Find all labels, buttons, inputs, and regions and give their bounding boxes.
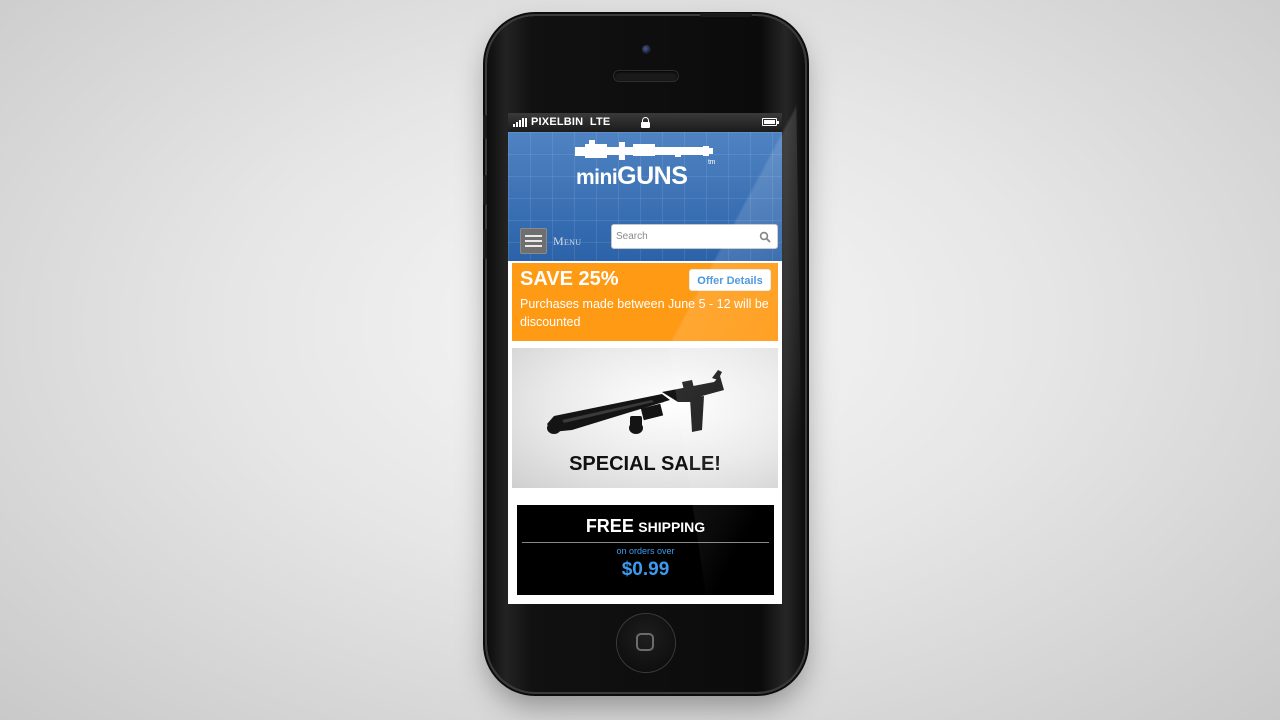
signal-icon	[513, 118, 529, 127]
mute-switch	[483, 115, 487, 139]
special-sale-banner[interactable]: SPECIAL SALE!	[512, 348, 778, 488]
search-input[interactable]: Search	[611, 224, 778, 249]
free-shipping-banner[interactable]: FREE SHIPPING on orders over $0.99	[517, 505, 774, 595]
menu-button[interactable]	[520, 228, 547, 254]
power-button	[700, 13, 752, 17]
site-logo[interactable]: miniGUNS tm	[576, 159, 715, 191]
shipping-price: $0.99	[621, 559, 670, 580]
home-square-icon	[636, 633, 654, 651]
shipping-divider	[522, 542, 769, 543]
earpiece-speaker	[614, 71, 678, 81]
carrier-label: PIXELBIN LTE	[531, 116, 611, 128]
volume-up-button	[483, 175, 487, 205]
promo-banner: SAVE 25% Offer Details Purchases made be…	[512, 263, 778, 341]
sale-heading: SPECIAL SALE!	[569, 453, 721, 475]
site-header: miniGUNS tm Menu Search	[508, 132, 782, 261]
phone-screen: PIXELBIN LTE miniGUNS tm Menu Search SAV…	[508, 113, 782, 604]
rifle-image	[547, 370, 724, 434]
volume-down-button	[483, 229, 487, 259]
logo-gun-icon	[575, 140, 713, 160]
battery-icon	[762, 118, 779, 126]
search-icon[interactable]	[759, 231, 771, 243]
front-camera	[642, 45, 651, 54]
menu-label[interactable]: Menu	[553, 234, 581, 249]
lock-icon	[641, 117, 650, 128]
status-bar: PIXELBIN LTE	[508, 113, 782, 132]
search-placeholder: Search	[616, 231, 648, 242]
shipping-subtext: on orders over	[616, 546, 675, 556]
network-label: LTE	[589, 116, 611, 128]
promo-description: Purchases made between June 5 - 12 will …	[520, 297, 769, 329]
shipping-heading: FREE SHIPPING	[585, 516, 706, 536]
promo-title: SAVE 25%	[520, 268, 619, 290]
offer-details-button[interactable]: Offer Details	[689, 269, 771, 291]
